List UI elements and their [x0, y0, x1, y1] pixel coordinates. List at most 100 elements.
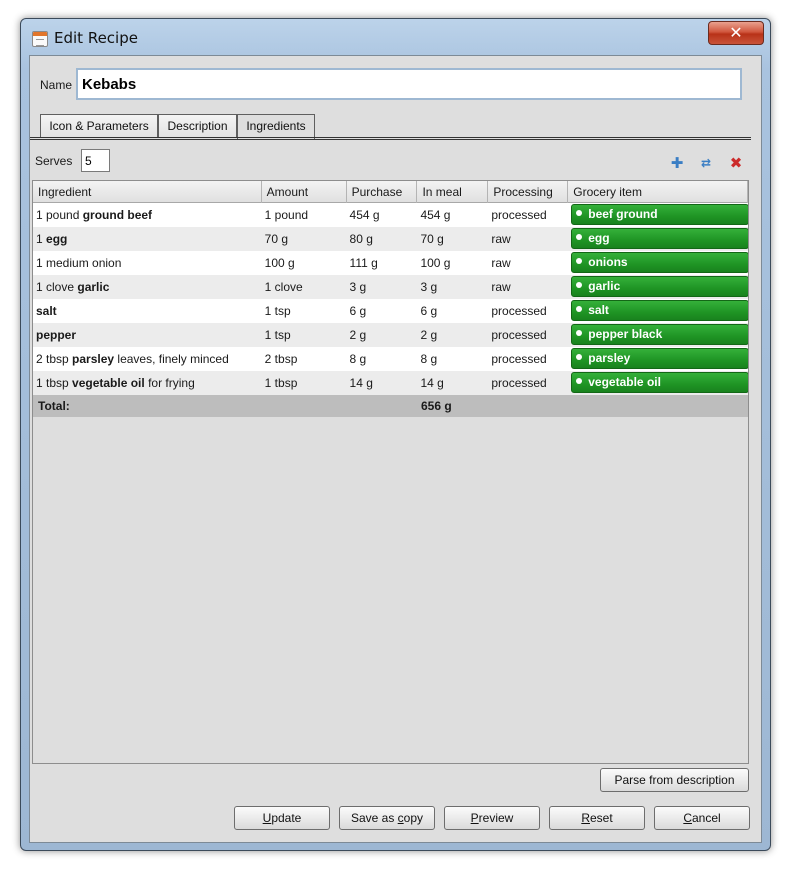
- grocery-item-cell[interactable]: onions: [568, 251, 748, 275]
- ingredients-table: Ingredient Amount Purchase In meal Proce…: [32, 180, 749, 764]
- amount-cell[interactable]: 1 tbsp: [262, 371, 347, 395]
- processing-cell[interactable]: processed: [488, 347, 568, 371]
- amount-cell[interactable]: 2 tbsp: [262, 347, 347, 371]
- column-header-grocery-item[interactable]: Grocery item: [568, 181, 748, 203]
- processing-cell[interactable]: raw: [488, 251, 568, 275]
- name-label: Name: [40, 78, 73, 92]
- tab-divider: [30, 137, 751, 140]
- grocery-item-badge[interactable]: pepper black: [571, 324, 748, 345]
- amount-cell[interactable]: 1 clove: [262, 275, 347, 299]
- ingredient-cell[interactable]: 1 tbsp vegetable oil for frying: [33, 371, 262, 395]
- ingredient-cell[interactable]: 1 pound ground beef: [33, 203, 262, 227]
- ingredient-cell[interactable]: 1 clove garlic: [33, 275, 262, 299]
- column-header-amount[interactable]: Amount: [262, 181, 347, 203]
- grocery-item-cell[interactable]: parsley: [568, 347, 748, 371]
- serves-label: Serves: [35, 154, 73, 168]
- in-meal-cell[interactable]: 100 g: [417, 251, 488, 275]
- amount-cell[interactable]: 1 pound: [262, 203, 347, 227]
- table-row[interactable]: 1 pound ground beef 1 pound 454 g 454 g proc…: [33, 203, 748, 227]
- amount-cell[interactable]: 1 tsp: [262, 323, 347, 347]
- table-row[interactable]: 1 tbsp vegetable oil for frying 1 tbsp 14 …: [33, 371, 748, 395]
- serves-input[interactable]: [81, 149, 110, 172]
- column-header-in-meal[interactable]: In meal: [417, 181, 489, 203]
- amount-cell[interactable]: 100 g: [262, 251, 347, 275]
- update-button[interactable]: Update: [234, 806, 330, 830]
- grocery-item-cell[interactable]: pepper black: [568, 323, 748, 347]
- processing-cell[interactable]: processed: [488, 203, 568, 227]
- processing-cell[interactable]: processed: [488, 323, 568, 347]
- purchase-cell[interactable]: 8 g: [347, 347, 418, 371]
- column-header-purchase[interactable]: Purchase: [347, 181, 418, 203]
- name-input[interactable]: [76, 68, 742, 100]
- close-button[interactable]: ✕: [708, 21, 764, 45]
- in-meal-cell[interactable]: 454 g: [417, 203, 488, 227]
- grocery-item-cell[interactable]: beef ground: [568, 203, 748, 227]
- parse-from-description-button[interactable]: Parse from description: [600, 768, 749, 792]
- close-icon: ✕: [729, 23, 743, 42]
- purchase-cell[interactable]: 3 g: [347, 275, 418, 299]
- grocery-item-badge[interactable]: salt: [571, 300, 748, 321]
- purchase-cell[interactable]: 14 g: [347, 371, 418, 395]
- ingredient-cell[interactable]: 1 egg: [33, 227, 262, 251]
- grocery-item-label: vegetable oil: [588, 375, 661, 389]
- in-meal-cell[interactable]: 14 g: [417, 371, 488, 395]
- cancel-label: ancel: [691, 811, 721, 825]
- title-bar[interactable]: Edit Recipe ✕: [21, 19, 770, 55]
- processing-cell[interactable]: processed: [488, 299, 568, 323]
- reset-label: eset: [589, 811, 613, 825]
- table-row[interactable]: 1 medium onion 100 g 111 g 100 g raw onions: [33, 251, 748, 275]
- table-row[interactable]: salt 1 tsp 6 g6 g processed salt: [33, 299, 748, 323]
- amount-cell[interactable]: 1 tsp: [262, 299, 347, 323]
- in-meal-cell[interactable]: 6 g: [417, 299, 488, 323]
- in-meal-cell[interactable]: 70 g: [417, 227, 488, 251]
- grocery-item-cell[interactable]: egg: [568, 227, 748, 251]
- purchase-cell[interactable]: 111 g: [347, 251, 418, 275]
- save-as-copy-button[interactable]: Save as copy: [339, 806, 435, 830]
- grocery-item-label: salt: [588, 303, 609, 317]
- delete-icon[interactable]: ✖: [728, 155, 744, 171]
- grocery-item-cell[interactable]: garlic: [568, 275, 748, 299]
- ingredient-text: 1 pound: [36, 208, 83, 222]
- grocery-item-cell[interactable]: vegetable oil: [568, 371, 748, 395]
- table-row[interactable]: 1 egg 70 g 80 g 70 g raw egg: [33, 227, 748, 251]
- column-header-ingredient[interactable]: Ingredient: [33, 181, 262, 203]
- processing-cell[interactable]: raw: [488, 275, 568, 299]
- tab-icon-parameters[interactable]: Icon & Parameters: [40, 114, 158, 138]
- purchase-cell[interactable]: 2 g: [347, 323, 418, 347]
- purchase-cell[interactable]: 6 g: [347, 299, 418, 323]
- table-row[interactable]: 2 tbsp parsley leaves, finely minced 2 tb…: [33, 347, 748, 371]
- ingredient-cell[interactable]: salt: [33, 299, 262, 323]
- ingredient-cell[interactable]: 2 tbsp parsley leaves, finely minced: [33, 347, 262, 371]
- ingredient-note: leaves, finely minced: [114, 352, 229, 366]
- plus-icon[interactable]: ✚: [669, 155, 685, 171]
- grocery-item-badge[interactable]: vegetable oil: [571, 372, 748, 393]
- grocery-item-badge[interactable]: beef ground: [571, 204, 748, 225]
- edit-recipe-dialog: Edit Recipe ✕ Name Icon & Parameters Des…: [20, 18, 771, 851]
- ingredient-cell[interactable]: pepper: [33, 323, 262, 347]
- grocery-item-badge[interactable]: egg: [571, 228, 748, 249]
- processing-cell[interactable]: raw: [488, 227, 568, 251]
- cancel-button[interactable]: Cancel: [654, 806, 750, 830]
- in-meal-cell[interactable]: 3 g: [417, 275, 488, 299]
- in-meal-cell[interactable]: 8 g: [417, 347, 488, 371]
- column-header-processing[interactable]: Processing: [488, 181, 569, 203]
- processing-cell[interactable]: processed: [488, 371, 568, 395]
- purchase-cell[interactable]: 80 g: [347, 227, 418, 251]
- ingredient-name: pepper: [36, 328, 77, 342]
- grocery-item-badge[interactable]: onions: [571, 252, 748, 273]
- reset-button[interactable]: Reset: [549, 806, 645, 830]
- preview-button[interactable]: Preview: [444, 806, 540, 830]
- table-row[interactable]: pepper 1 tsp 2 g2 g processed pepper black: [33, 323, 748, 347]
- in-meal-cell[interactable]: 2 g: [417, 323, 488, 347]
- ingredient-name: garlic: [77, 280, 110, 294]
- ingredient-text: 1 clove: [36, 280, 78, 294]
- refresh-icon[interactable]: ⇄: [698, 155, 714, 171]
- ingredient-cell[interactable]: 1 medium onion: [33, 251, 262, 275]
- purchase-cell[interactable]: 454 g: [347, 203, 418, 227]
- grocery-item-badge[interactable]: parsley: [571, 348, 748, 369]
- grocery-item-cell[interactable]: salt: [568, 299, 748, 323]
- tab-description[interactable]: Description: [158, 114, 237, 138]
- amount-cell[interactable]: 70 g: [262, 227, 347, 251]
- grocery-item-badge[interactable]: garlic: [571, 276, 748, 297]
- table-row[interactable]: 1 clove garlic 1 clove 3 g3 g raw garlic: [33, 275, 748, 299]
